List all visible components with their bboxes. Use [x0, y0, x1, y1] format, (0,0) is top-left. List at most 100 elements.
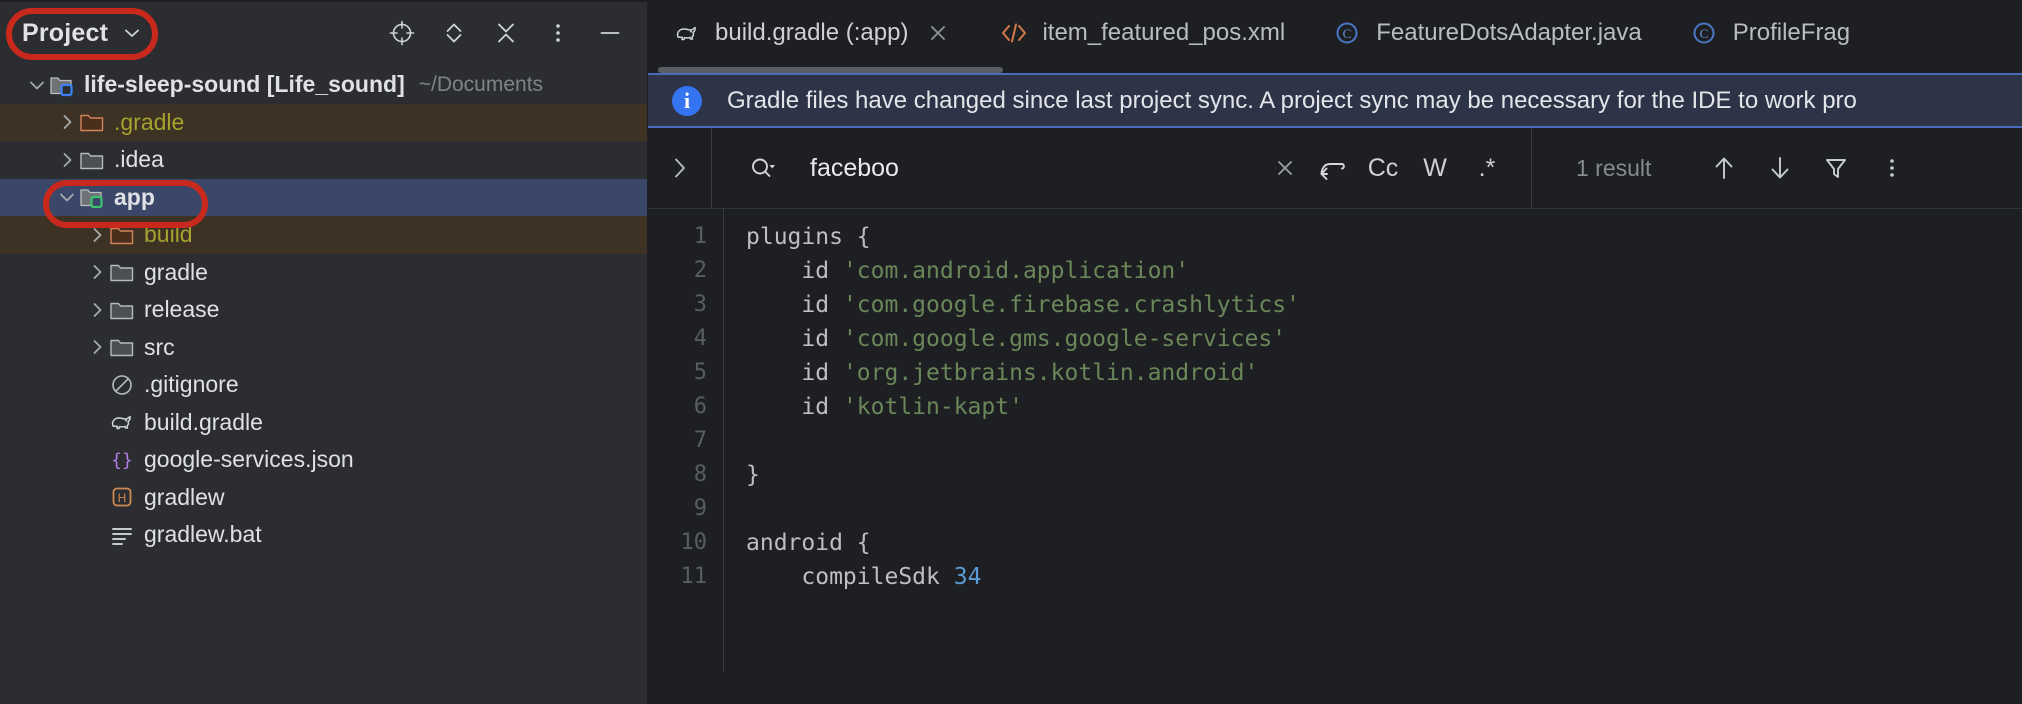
words-toggle[interactable]: W — [1409, 154, 1461, 183]
banner-message: Gradle files have changed since last pro… — [727, 86, 1857, 114]
tree-node-label: src — [144, 333, 175, 360]
tree-node-label: .gitignore — [144, 371, 239, 398]
code-token: android { — [746, 530, 871, 556]
code-line[interactable] — [746, 424, 2022, 458]
project-view-selector[interactable]: Project — [22, 19, 142, 48]
vertical-dots-icon[interactable] — [1875, 151, 1909, 185]
tree-node-label: app — [114, 183, 155, 210]
tree-row-google-services.json[interactable]: {} google-services.json — [0, 441, 647, 479]
code-editor[interactable]: 1 2 3 4 5 6 7 8 9 10 11 plugins { id 'com.android.… — [648, 208, 2022, 672]
code-line[interactable]: id 'com.android.application' — [746, 254, 2022, 288]
code-line[interactable]: id 'org.jetbrains.kotlin.android' — [746, 356, 2022, 390]
code-token: id — [746, 258, 843, 284]
code-token: id — [746, 394, 843, 420]
tree-row-.idea[interactable]: .idea — [0, 141, 647, 179]
code-line[interactable]: compileSdk 34 — [746, 560, 2022, 594]
code-line[interactable]: id 'com.google.gms.google-services' — [746, 322, 2022, 356]
regex-toggle[interactable]: .* — [1461, 154, 1513, 183]
module-folder-blue-icon — [48, 72, 76, 98]
chevron-down-icon[interactable] — [26, 74, 48, 96]
chevron-up-down-icon[interactable] — [439, 18, 469, 48]
chevron-right-icon[interactable] — [56, 149, 78, 171]
svg-text:C: C — [1343, 26, 1352, 41]
gradle-elephant-icon — [672, 19, 702, 47]
collapse-all-icon[interactable] — [491, 18, 521, 48]
search-input[interactable] — [784, 153, 1261, 183]
editor-tab-bar: build.gradle (:app) item_featured_pos.xml… — [648, 0, 2022, 66]
code-line[interactable]: plugins { — [746, 220, 2022, 254]
tree-row-gradlew[interactable]: Hgradlew — [0, 479, 647, 517]
code-token: 'org.jetbrains.kotlin.android' — [842, 360, 1259, 386]
editor-tab-build.gradle---app-[interactable]: build.gradle (:app) — [672, 0, 973, 66]
chevron-right-icon[interactable] — [86, 224, 108, 246]
json-braces-icon: {} — [108, 447, 136, 473]
tree-row-gradle[interactable]: gradle — [0, 254, 647, 292]
code-line[interactable]: id 'kotlin-kapt' — [746, 390, 2022, 424]
funnel-icon[interactable] — [1819, 151, 1853, 185]
shell-script-h-icon: H — [108, 484, 136, 510]
folder-excluded-icon — [78, 109, 106, 135]
svg-text:H: H — [118, 491, 127, 505]
previous-occurrence-icon[interactable] — [1707, 151, 1741, 185]
chevron-right-icon[interactable] — [86, 299, 108, 321]
tree-row-release[interactable]: release — [0, 291, 647, 329]
code-line[interactable]: } — [746, 458, 2022, 492]
chevron-right-icon[interactable] — [56, 111, 78, 133]
folder-excluded-icon — [108, 222, 136, 248]
editor-tab-item_featured_pos.xml[interactable]: item_featured_pos.xml — [973, 0, 1307, 66]
code-token: id — [746, 326, 843, 352]
tree-node-label: gradlew — [144, 483, 225, 510]
gitignore-icon — [108, 372, 136, 398]
project-panel-header: Project — [0, 0, 647, 66]
module-folder-green-icon — [78, 184, 106, 210]
line-number: 9 — [693, 496, 707, 521]
line-number: 1 — [693, 224, 707, 249]
search-dropdown-icon[interactable] — [742, 155, 784, 181]
next-occurrence-icon[interactable] — [1763, 151, 1797, 185]
code-token: 'com.google.gms.google-services' — [842, 326, 1287, 352]
tree-node-label: build — [144, 221, 193, 248]
tree-row-.gradle[interactable]: .gradle — [0, 103, 647, 141]
tree-row-src[interactable]: src — [0, 329, 647, 367]
tab-bar-horizontal-scrollbar[interactable] — [658, 66, 2012, 73]
result-count-label: 1 result — [1576, 154, 1652, 181]
tree-row-build.gradle[interactable]: build.gradle — [0, 404, 647, 442]
close-icon[interactable] — [925, 20, 951, 46]
code-line[interactable] — [746, 492, 2022, 526]
code-line[interactable]: android { — [746, 526, 2022, 560]
code-token: 34 — [953, 564, 982, 590]
chevron-right-icon[interactable] — [648, 128, 712, 208]
editor-area: build.gradle (:app) item_featured_pos.xml… — [648, 0, 2022, 704]
find-status-container: 1 result — [1532, 128, 1677, 208]
match-case-toggle[interactable]: Cc — [1357, 154, 1409, 183]
editor-tab-featuredotsadapter.java[interactable]: C FeatureDotsAdapter.java — [1307, 0, 1664, 66]
tree-row-.gitignore[interactable]: .gitignore — [0, 366, 647, 404]
crosshair-target-icon[interactable] — [387, 18, 417, 48]
code-token: 'com.android.application' — [842, 258, 1190, 284]
chevron-right-icon[interactable] — [86, 336, 108, 358]
editor-tab-label: build.gradle (:app) — [715, 19, 909, 46]
vertical-dots-icon[interactable] — [543, 18, 573, 48]
tree-row-gradlew.bat[interactable]: gradlew.bat — [0, 516, 647, 554]
multiline-return-icon[interactable] — [1309, 155, 1357, 181]
clear-search-icon[interactable] — [1261, 155, 1309, 181]
project-file-tree[interactable]: life-sleep-sound [Life_sound] ~/Documents… — [0, 66, 647, 554]
line-number: 2 — [693, 258, 707, 283]
editor-tab-profilefrag[interactable]: C ProfileFrag — [1664, 0, 1872, 66]
minus-icon[interactable] — [595, 18, 625, 48]
code-token: } — [746, 462, 760, 488]
chevron-down-icon[interactable] — [56, 186, 78, 208]
project-panel-actions — [387, 18, 633, 48]
tree-row-life-sleep-sound--life_sound-[interactable]: life-sleep-sound [Life_sound] ~/Documents — [0, 66, 647, 104]
code-content[interactable]: plugins { id 'com.android.application' i… — [724, 209, 2022, 672]
svg-text:{}: {} — [111, 450, 133, 471]
chevron-right-icon[interactable] — [86, 261, 108, 283]
code-token: id — [746, 360, 843, 386]
code-token: id — [746, 292, 843, 318]
tree-row-build[interactable]: build — [0, 216, 647, 254]
code-line[interactable]: id 'com.google.firebase.crashlytics' — [746, 288, 2022, 322]
code-token: 'kotlin-kapt' — [842, 394, 1023, 420]
tree-row-app[interactable]: app — [0, 178, 647, 216]
line-number-gutter: 1 2 3 4 5 6 7 8 9 10 11 — [648, 209, 724, 672]
gradle-elephant-icon — [108, 409, 136, 435]
